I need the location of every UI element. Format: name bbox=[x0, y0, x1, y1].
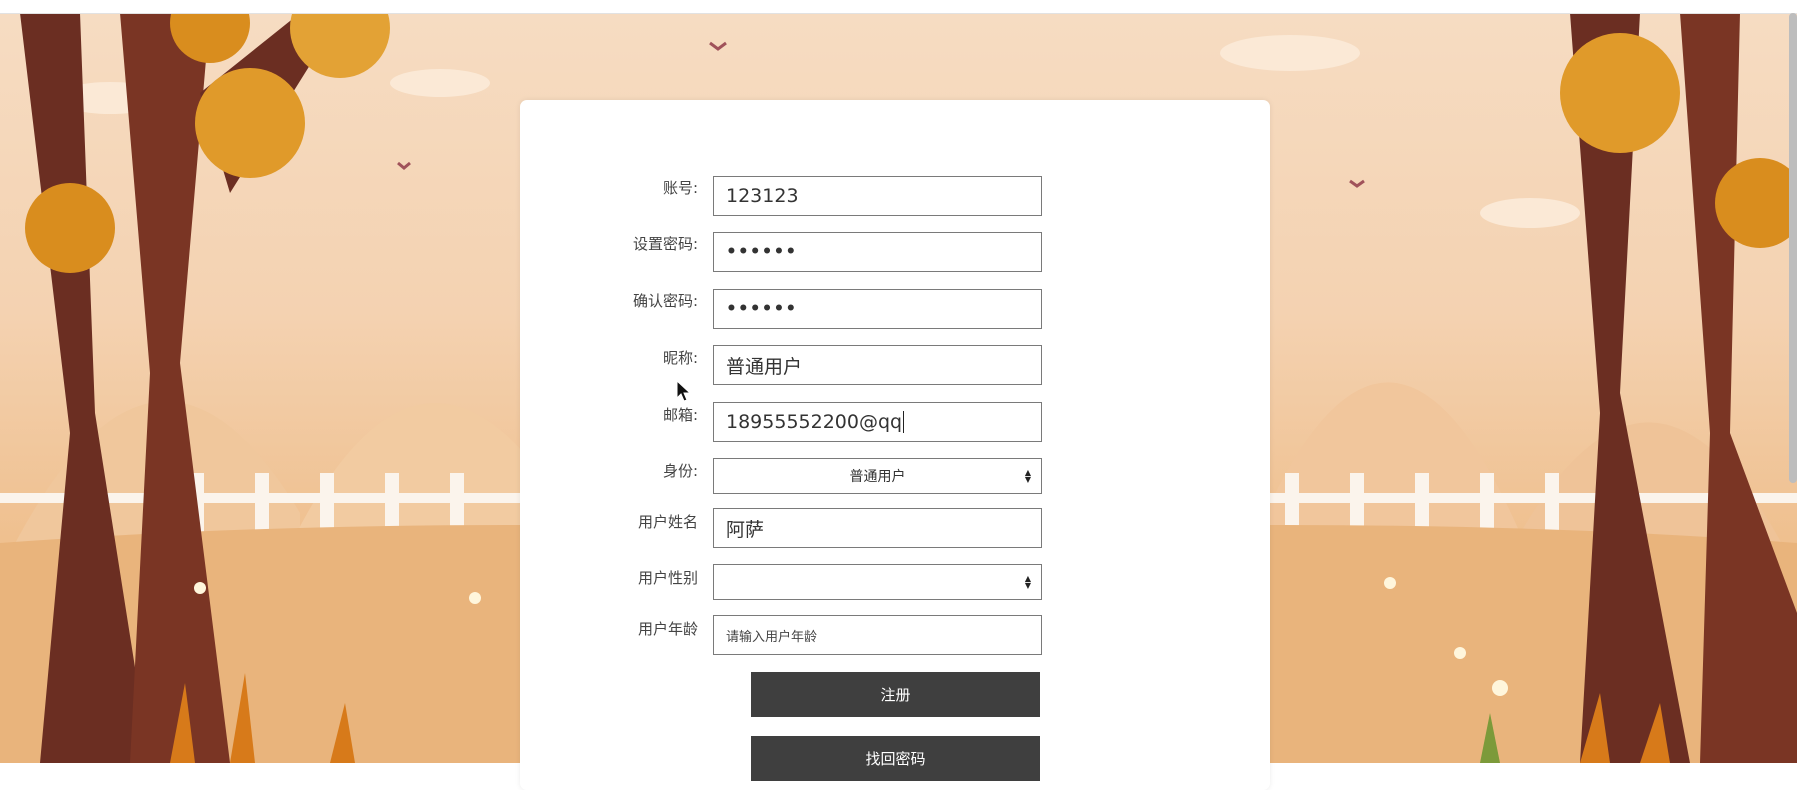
account-input-value: 123123 bbox=[726, 185, 799, 207]
register-form-card: 账号: 123123 设置密码: •••••• 确认密码: •••••• 昵称:… bbox=[520, 100, 1270, 790]
role-label: 身份: bbox=[662, 462, 698, 480]
mouse-pointer-icon bbox=[676, 380, 692, 402]
recover-password-button[interactable]: 找回密码 bbox=[751, 736, 1040, 781]
nickname-input[interactable]: 普通用户 bbox=[713, 345, 1042, 385]
select-arrows-icon: ▲ ▼ bbox=[1024, 468, 1031, 484]
password-input-value: •••••• bbox=[726, 242, 798, 262]
realname-label: 用户姓名 bbox=[637, 513, 698, 531]
confirm-password-input-value: •••••• bbox=[726, 299, 798, 319]
age-input-placeholder: 请输入用户年龄 bbox=[726, 629, 818, 645]
realname-input[interactable]: 阿萨 bbox=[713, 508, 1042, 548]
text-caret bbox=[903, 411, 905, 433]
confirm-password-input[interactable]: •••••• bbox=[713, 289, 1042, 329]
password-input[interactable]: •••••• bbox=[713, 232, 1042, 272]
gender-select[interactable]: ▲ ▼ bbox=[713, 564, 1042, 600]
gender-label: 用户性别 bbox=[637, 569, 698, 587]
account-label: 账号: bbox=[662, 179, 698, 197]
nickname-input-value: 普通用户 bbox=[726, 355, 803, 378]
email-label: 邮箱: bbox=[662, 406, 698, 424]
nickname-label: 昵称: bbox=[662, 349, 698, 367]
age-input[interactable]: 请输入用户年龄 bbox=[713, 615, 1042, 655]
top-bar bbox=[0, 0, 1797, 14]
select-arrows-icon: ▲ ▼ bbox=[1024, 574, 1031, 590]
role-select[interactable]: 普通用户 ▲ ▼ bbox=[713, 458, 1042, 494]
email-input[interactable]: 18955552200@qq bbox=[713, 402, 1042, 442]
role-select-value: 普通用户 bbox=[849, 469, 906, 485]
age-label: 用户年龄 bbox=[637, 620, 698, 638]
register-button[interactable]: 注册 bbox=[751, 672, 1040, 717]
email-input-value: 18955552200@qq bbox=[726, 411, 903, 433]
password-label: 设置密码: bbox=[632, 235, 698, 253]
confirm-password-label: 确认密码: bbox=[632, 292, 698, 310]
scrollbar-thumb[interactable] bbox=[1789, 13, 1797, 483]
account-input[interactable]: 123123 bbox=[713, 176, 1042, 216]
realname-input-value: 阿萨 bbox=[726, 518, 765, 541]
